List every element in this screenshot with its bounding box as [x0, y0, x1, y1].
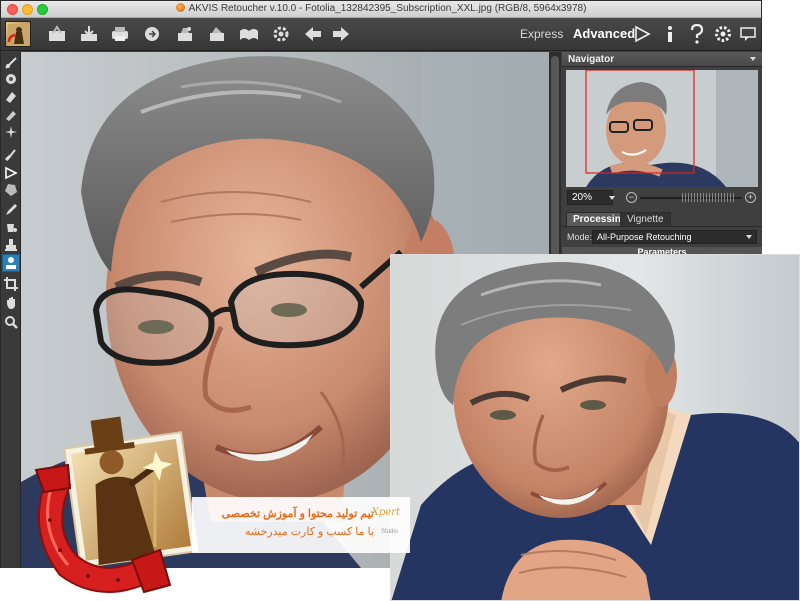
- polygon-icon[interactable]: [4, 183, 18, 197]
- portrait-after-photo: [391, 255, 799, 600]
- print-button[interactable]: [108, 23, 132, 45]
- watermark-brand-sub: Studio: [380, 529, 398, 535]
- tab-divider: [562, 226, 762, 227]
- eraser-icon[interactable]: [4, 90, 18, 104]
- print-icon: [112, 27, 128, 41]
- mode-select[interactable]: All-Purpose Retouching: [592, 230, 757, 244]
- navigator-thumbnail-image: [566, 70, 758, 187]
- mode-express-button[interactable]: Express: [520, 27, 563, 41]
- settings-tabs: Processing Vignette: [562, 212, 762, 226]
- screenshot-composite: AKVIS Retoucher v.10.0 - Fotolia_1328423…: [0, 0, 800, 601]
- mode-select-value: All-Purpose Retouching: [597, 232, 692, 242]
- hand-icon[interactable]: [4, 296, 18, 310]
- zoom-dropdown-icon[interactable]: [609, 196, 615, 200]
- title-bar: AKVIS Retoucher v.10.0 - Fotolia_1328423…: [1, 1, 761, 18]
- selection-arrow-icon[interactable]: [4, 166, 18, 180]
- chevron-down-icon: [746, 235, 752, 239]
- portrait-after-image: [390, 254, 800, 601]
- batch-button[interactable]: [173, 23, 197, 45]
- app-logo: [5, 21, 31, 47]
- window-title: AKVIS Retoucher v.10.0 - Fotolia_1328423…: [1, 3, 761, 14]
- preferences-icon: [210, 27, 224, 41]
- arrow-left-icon: [305, 27, 321, 41]
- zoom-icon[interactable]: [4, 315, 18, 329]
- save-button[interactable]: [77, 23, 101, 45]
- mode-label: Mode:: [567, 232, 593, 242]
- run-button[interactable]: [630, 23, 654, 45]
- open-button[interactable]: [45, 23, 69, 45]
- gear-icon: [715, 26, 731, 42]
- retoucher-product-logo: [20, 410, 210, 600]
- watermark-line-1: تیم تولید محتوا و آموزش تخصصی: [221, 508, 374, 520]
- brush-icon[interactable]: [4, 148, 18, 162]
- navigator-preview[interactable]: [566, 70, 758, 187]
- navigator-header: Navigator: [562, 52, 762, 67]
- zoom-controls: 20% − +: [562, 189, 762, 206]
- help-button[interactable]: [685, 23, 709, 45]
- bucket-icon[interactable]: [4, 220, 18, 234]
- info-icon: [668, 26, 672, 42]
- patch-icon[interactable]: [4, 108, 18, 122]
- crop-icon[interactable]: [4, 277, 18, 291]
- gear-icon: [273, 26, 289, 42]
- settings-gear-button[interactable]: [269, 23, 293, 45]
- retoucher-logo-icon: [7, 24, 30, 46]
- undo-button[interactable]: [301, 23, 325, 45]
- zoom-value: 20%: [572, 192, 593, 203]
- navigator-title: Navigator: [568, 54, 615, 65]
- tools-sidebar: [1, 52, 21, 568]
- arrow-right-icon: [333, 27, 349, 41]
- akvis-logo-icon: [175, 3, 185, 12]
- main-toolbar: Express Advanced: [1, 18, 761, 51]
- open-icon: [49, 25, 65, 41]
- person-stamp-icon[interactable]: [4, 256, 18, 270]
- heal-icon[interactable]: [4, 125, 18, 139]
- pencil-icon[interactable]: [4, 203, 18, 217]
- preferences-gear-button[interactable]: [711, 23, 735, 45]
- question-icon: [690, 24, 704, 44]
- watermark-banner: تیم تولید محتوا و آموزش تخصصی با ما کسب …: [192, 497, 410, 553]
- zoom-slider-ticks: [682, 193, 736, 202]
- watermark-brand: Xpert: [371, 507, 400, 518]
- save-icon: [81, 26, 97, 41]
- message-icon: [740, 27, 756, 41]
- help-book-button[interactable]: [237, 23, 261, 45]
- zoom-field[interactable]: 20%: [567, 190, 615, 205]
- help-book-icon: [240, 29, 258, 40]
- redo-button[interactable]: [329, 23, 353, 45]
- zoom-out-icon[interactable]: −: [626, 192, 637, 203]
- horseshoe-logo-icon: [34, 416, 199, 594]
- retouch-brush-icon[interactable]: [4, 56, 18, 70]
- tab-vignette[interactable]: Vignette: [620, 212, 671, 226]
- stamp-icon[interactable]: [4, 238, 18, 252]
- chevron-down-icon[interactable]: [750, 57, 756, 61]
- share-icon: [145, 27, 159, 41]
- window-title-text: AKVIS Retoucher v.10.0 - Fotolia_1328423…: [188, 3, 587, 14]
- watermark-line-2: با ما کسب و کارت میدرخشه: [244, 526, 374, 538]
- info-button[interactable]: [658, 23, 682, 45]
- play-icon: [635, 25, 651, 43]
- mode-advanced-button[interactable]: Advanced: [573, 26, 635, 41]
- message-button[interactable]: [736, 23, 760, 45]
- zoom-in-icon[interactable]: +: [745, 192, 756, 203]
- clone-icon[interactable]: [4, 72, 18, 86]
- preferences-button[interactable]: [205, 23, 229, 45]
- mode-row: Mode: All-Purpose Retouching: [562, 229, 762, 245]
- share-button[interactable]: [140, 23, 164, 45]
- batch-icon: [178, 27, 192, 41]
